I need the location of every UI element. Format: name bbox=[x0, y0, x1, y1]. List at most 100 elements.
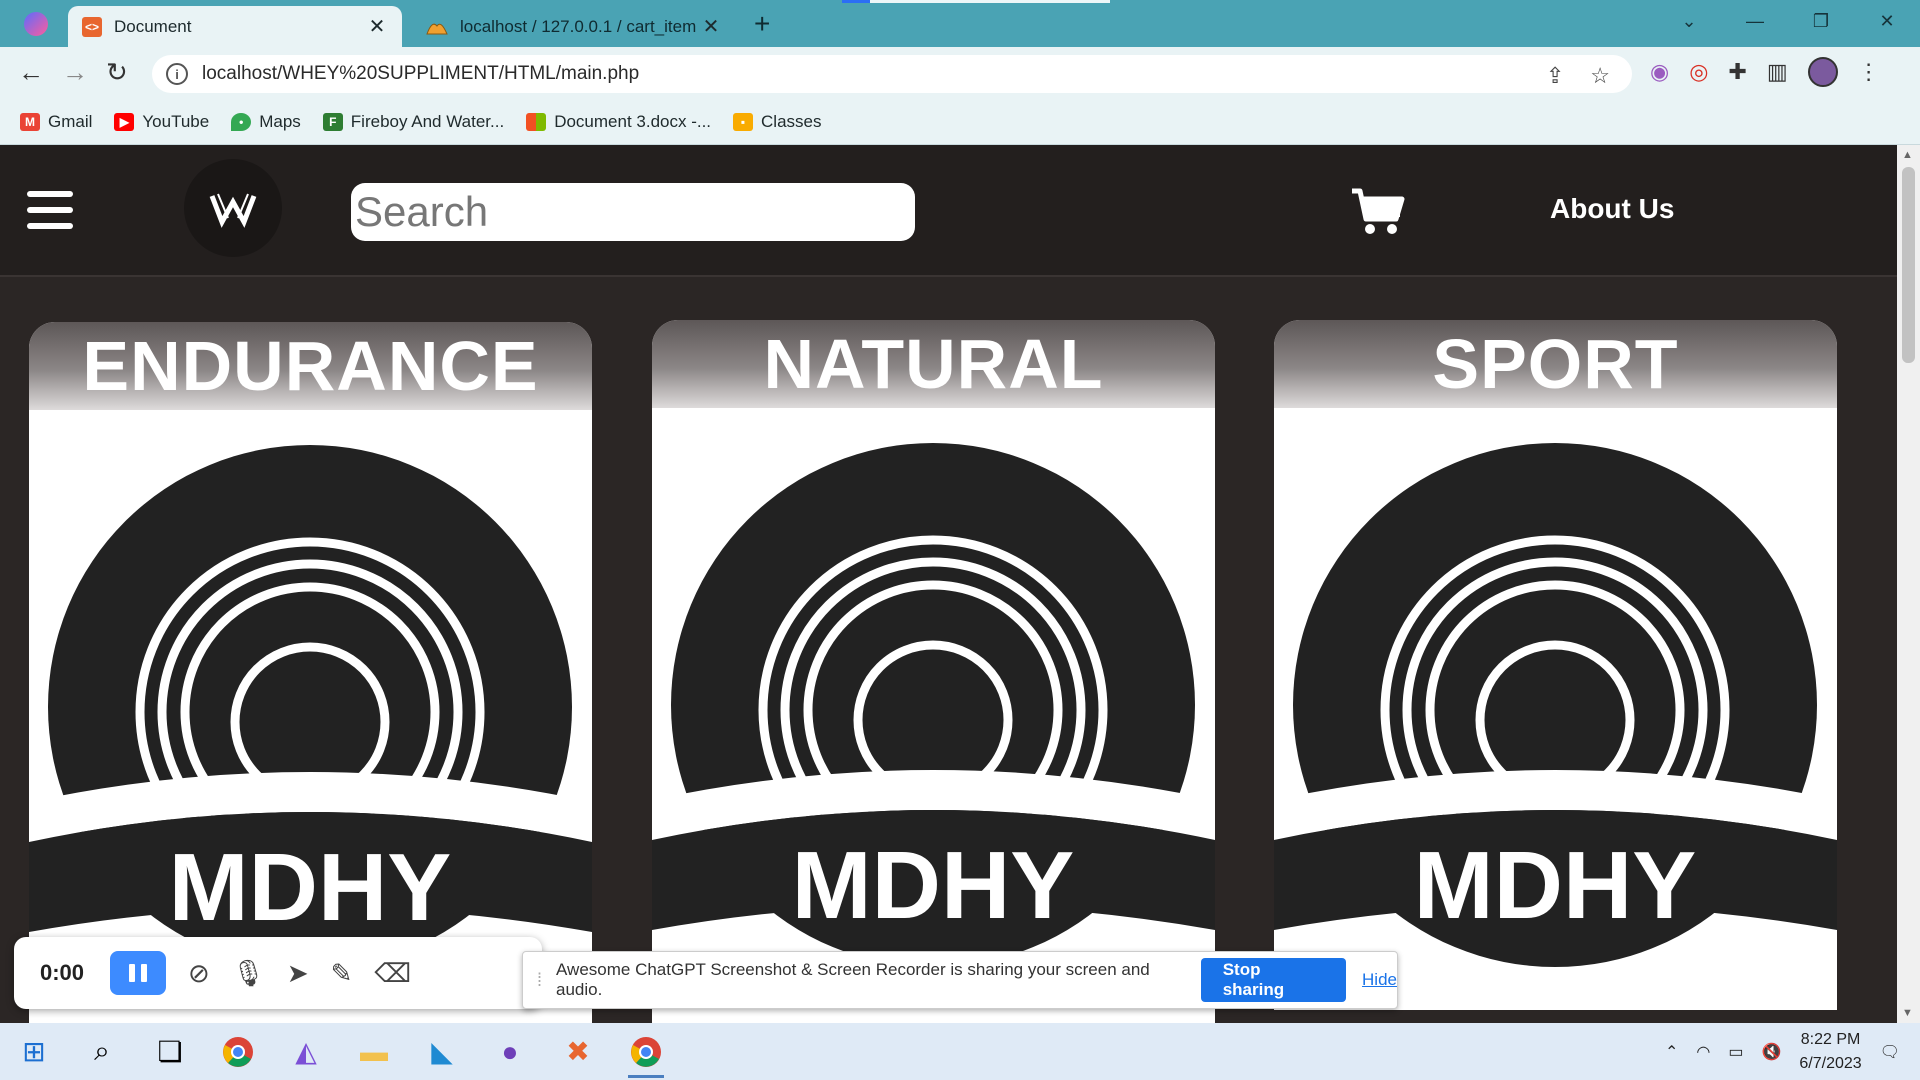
w-logo-icon bbox=[209, 193, 257, 228]
share-message: Awesome ChatGPT Screenshot & Screen Reco… bbox=[556, 960, 1150, 999]
bookmark-label: Maps bbox=[259, 111, 301, 131]
screen-share-notification: ⁞ Awesome ChatGPT Screenshot & Screen Re… bbox=[522, 951, 1398, 1009]
screen-recorder-toolbar: 0:00 ⊘ 🎙 ➤ ✎ ⌫ bbox=[14, 937, 542, 1009]
battery-icon[interactable]: ▭ bbox=[1728, 1042, 1743, 1062]
mdhy-product-logo: MDHY bbox=[652, 443, 1215, 967]
scroll-down-arrow-icon[interactable]: ▼ bbox=[1902, 1007, 1913, 1019]
clock-date: 6/7/2023 bbox=[1799, 1054, 1862, 1072]
classroom-icon: ▪ bbox=[733, 112, 754, 131]
bookmark-label: Document 3.docx -... bbox=[554, 111, 712, 131]
bookmark-youtube[interactable]: ▶ YouTube bbox=[114, 112, 209, 132]
bookmark-fireboy[interactable]: F Fireboy And Water... bbox=[322, 111, 505, 132]
page-loading-indicator bbox=[842, 0, 870, 3]
bookmark-label: YouTube bbox=[142, 111, 210, 131]
volume-muted-icon[interactable]: 🔇 bbox=[1761, 1042, 1781, 1062]
scrollbar-thumb[interactable] bbox=[1902, 167, 1915, 363]
card-brand-text: MDHY bbox=[1414, 832, 1697, 939]
close-tab-icon[interactable]: ✕ bbox=[366, 14, 388, 39]
drag-handle-icon[interactable]: ⁞ bbox=[537, 970, 542, 991]
reload-button[interactable]: ↻ bbox=[106, 57, 128, 88]
bookmark-star-icon[interactable]: ☆ bbox=[1590, 63, 1610, 89]
eraser-tool-icon[interactable]: ⌫ bbox=[374, 958, 411, 989]
card-title: NATURAL bbox=[763, 325, 1104, 403]
phpmyadmin-favicon-icon bbox=[426, 23, 448, 34]
site-logo[interactable] bbox=[184, 159, 282, 257]
restore-button[interactable]: ❐ bbox=[1788, 11, 1854, 32]
bookmark-label: Fireboy And Water... bbox=[350, 111, 505, 131]
hide-link[interactable]: Hide bbox=[1362, 970, 1397, 990]
new-tab-button[interactable]: + bbox=[754, 8, 770, 40]
show-hidden-icons-icon[interactable]: ⌃ bbox=[1665, 1042, 1678, 1062]
system-tray: ⌃ ◠ ▭ 🔇 8:22 PM 6/7/2023 🗨 bbox=[1665, 1023, 1920, 1080]
bookmark-label: Classes bbox=[761, 111, 822, 131]
tab-phpmyadmin[interactable]: localhost / 127.0.0.1 / cart_item ✕ bbox=[412, 6, 736, 47]
close-window-button[interactable]: ✕ bbox=[1854, 11, 1920, 32]
xampp-icon[interactable]: ✖ bbox=[544, 1023, 612, 1080]
card-header: ENDURANCE bbox=[29, 322, 592, 410]
chrome-icon[interactable] bbox=[204, 1023, 272, 1080]
microphone-off-icon[interactable]: 🎙 bbox=[232, 958, 265, 989]
camera-off-icon[interactable]: ⊘ bbox=[188, 958, 210, 989]
pointer-tool-icon[interactable]: ➤ bbox=[287, 958, 309, 989]
cart-icon[interactable] bbox=[1350, 187, 1406, 237]
close-tab-icon[interactable]: ✕ bbox=[700, 14, 722, 39]
back-button[interactable]: ← bbox=[18, 57, 44, 88]
extension-podcast-icon[interactable]: ◉ bbox=[1650, 59, 1669, 85]
bookmark-maps[interactable]: • Maps bbox=[231, 112, 301, 132]
visual-studio-icon[interactable]: ◭ bbox=[272, 1023, 340, 1080]
search-icon[interactable]: ⌕ bbox=[68, 1023, 136, 1080]
url-text[interactable]: localhost/WHEY%20SUPPLIMENT/HTML/main.ph… bbox=[202, 63, 639, 85]
window-controls: ⌄ — ❐ ✕ bbox=[1656, 0, 1920, 42]
extensions-puzzle-icon[interactable]: ✚ bbox=[1728, 59, 1746, 85]
product-card-sport[interactable]: SPORT MDHY bbox=[1274, 320, 1837, 1010]
card-title: SPORT bbox=[1432, 325, 1679, 403]
task-view-icon[interactable]: ❏ bbox=[136, 1023, 204, 1080]
browser-menu-icon[interactable]: ⋮ bbox=[1858, 59, 1880, 85]
scroll-up-arrow-icon[interactable]: ▲ bbox=[1902, 149, 1913, 161]
page-scrollbar[interactable]: ▲ ▼ bbox=[1897, 145, 1920, 1023]
chrome-active-window-icon[interactable] bbox=[612, 1023, 680, 1080]
taskbar-clock[interactable]: 8:22 PM 6/7/2023 bbox=[1799, 1028, 1861, 1076]
address-bar[interactable]: i localhost/WHEY%20SUPPLIMENT/HTML/main.… bbox=[152, 55, 1632, 93]
about-us-link[interactable]: About Us bbox=[1550, 193, 1674, 225]
start-button-icon[interactable]: ⊞ bbox=[0, 1023, 68, 1080]
pause-recording-button[interactable] bbox=[110, 951, 166, 995]
browser-tab-bar: <> Document ✕ localhost / 127.0.0.1 / ca… bbox=[0, 0, 1920, 47]
wifi-icon[interactable]: ◠ bbox=[1696, 1042, 1710, 1062]
bookmarks-bar: M Gmail ▶ YouTube • Maps F Fireboy And W… bbox=[0, 99, 1920, 145]
pen-tool-icon[interactable]: ✎ bbox=[331, 958, 353, 989]
forward-button[interactable]: → bbox=[62, 57, 88, 88]
game-icon: F bbox=[322, 112, 343, 131]
tab-document[interactable]: <> Document ✕ bbox=[68, 6, 402, 47]
file-explorer-icon[interactable]: ▬ bbox=[340, 1023, 408, 1080]
product-card-natural[interactable]: NATURAL MDHY bbox=[652, 320, 1215, 1023]
card-title: ENDURANCE bbox=[82, 327, 539, 405]
hamburger-menu-icon[interactable] bbox=[27, 191, 73, 229]
search-input[interactable] bbox=[351, 183, 915, 241]
gmail-icon: M bbox=[20, 112, 40, 131]
tab-search-icon[interactable]: ⌄ bbox=[1656, 11, 1722, 32]
profile-avatar[interactable] bbox=[1807, 57, 1838, 87]
clock-time: 8:22 PM bbox=[1800, 1030, 1861, 1048]
stop-sharing-button[interactable]: Stop sharing bbox=[1200, 958, 1347, 1002]
minimize-button[interactable]: — bbox=[1722, 11, 1788, 32]
browser-toolbar: ← → ↻ i localhost/WHEY%20SUPPLIMENT/HTML… bbox=[0, 47, 1920, 99]
extension-record-icon[interactable]: ◎ bbox=[1689, 59, 1708, 85]
site-info-icon[interactable]: i bbox=[166, 63, 188, 85]
recording-timer: 0:00 bbox=[40, 960, 85, 985]
vscode-icon[interactable]: ◣ bbox=[408, 1023, 476, 1080]
product-card-endurance[interactable]: ENDURANCE MDHY bbox=[29, 322, 592, 1023]
card-brand-text: MDHY bbox=[792, 832, 1075, 939]
tab-title: localhost / 127.0.0.1 / cart_item bbox=[460, 16, 697, 36]
notifications-icon[interactable]: 🗨 bbox=[1880, 1042, 1900, 1062]
maps-icon: • bbox=[231, 112, 252, 131]
messenger-icon[interactable] bbox=[24, 12, 48, 36]
side-panel-icon[interactable]: ▥ bbox=[1767, 59, 1788, 85]
bookmark-classes[interactable]: ▪ Classes bbox=[733, 111, 822, 132]
bookmark-gmail[interactable]: M Gmail bbox=[20, 112, 92, 132]
share-icon[interactable]: ⇪ bbox=[1546, 63, 1564, 89]
github-desktop-icon[interactable]: ● bbox=[476, 1023, 544, 1080]
windows-taskbar: ⊞ ⌕ ❏ ◭ ▬ ◣ ● ✖ ⌃ ◠ ▭ 🔇 8:22 PM 6/7/2023… bbox=[0, 1023, 1920, 1080]
html-favicon-icon: <> bbox=[82, 16, 102, 37]
bookmark-document[interactable]: Document 3.docx -... bbox=[526, 112, 711, 132]
